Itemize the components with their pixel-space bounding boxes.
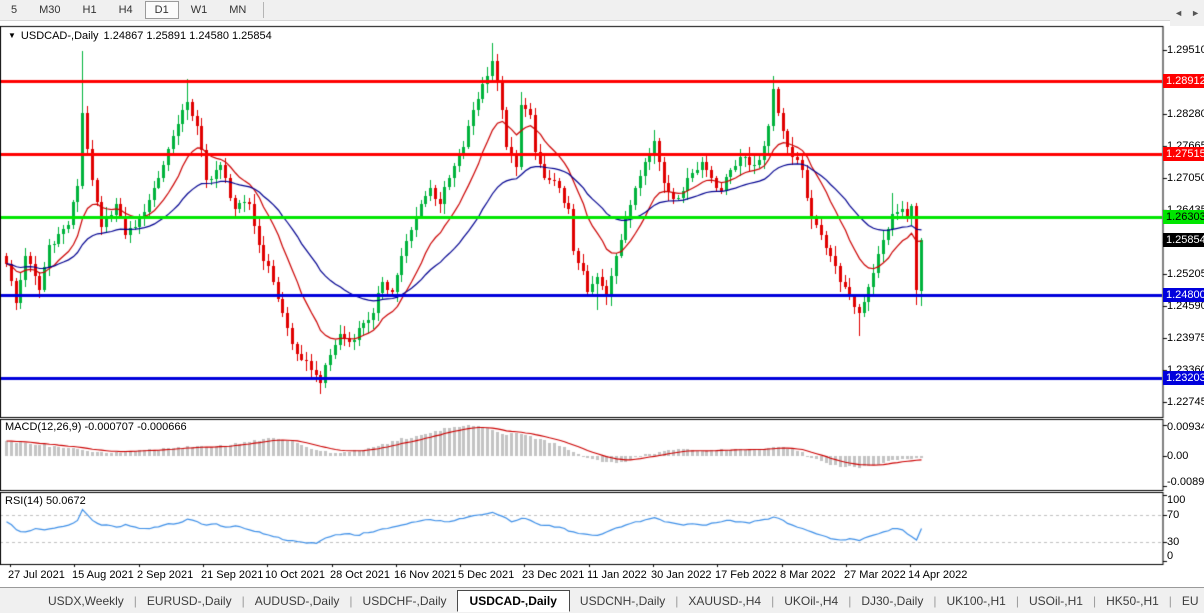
price-axis-tick-label: 1.27050: [1167, 172, 1204, 184]
date-axis-label: 23 Dec 2021: [522, 569, 584, 581]
chart-tab-uk100-h1[interactable]: UK100-,H1: [936, 591, 1015, 611]
toolbar-separator: [263, 2, 264, 18]
price-chart-canvas[interactable]: [0, 0, 1204, 613]
timeframe-button-mn[interactable]: MN: [219, 1, 256, 19]
rsi-axis-tick-label: 70: [1167, 509, 1179, 521]
scroll-left-icon[interactable]: ◄: [1174, 8, 1183, 18]
date-axis-label: 28 Oct 2021: [330, 569, 390, 581]
price-axis-tick-label: 1.28280: [1167, 108, 1204, 120]
date-axis-label: 21 Sep 2021: [201, 569, 263, 581]
chart-tab-usdcnh-daily[interactable]: USDCNH-,Daily: [570, 591, 675, 611]
price-axis-tick-label: 1.25205: [1167, 268, 1204, 280]
chart-ohlc-values: 1.24867 1.25891 1.24580 1.25854: [104, 30, 272, 42]
date-axis-label: 5 Dec 2021: [458, 569, 514, 581]
timeframe-button-d1[interactable]: D1: [145, 1, 179, 19]
chart-tab-ukoil-h4[interactable]: UKOil-,H4: [774, 591, 848, 611]
date-axis-label: 16 Nov 2021: [394, 569, 456, 581]
date-axis-label: 30 Jan 2022: [651, 569, 712, 581]
chevron-down-icon[interactable]: ▼: [8, 31, 16, 41]
price-line-label: 1.26303: [1163, 210, 1204, 224]
mt4-window: 5M30H1H4D1W1MN ▼ USDCAD-,Daily 1.24867 1…: [0, 0, 1204, 613]
tab-scroll-buttons: ◄ ►: [1170, 0, 1204, 26]
rsi-indicator-label: RSI(14) 50.0672: [5, 495, 86, 507]
price-line-label: 1.24800: [1163, 288, 1204, 302]
chart-tab-audusd-daily[interactable]: AUDUSD-,Daily: [245, 591, 350, 611]
date-axis-label: 17 Feb 2022: [715, 569, 777, 581]
chart-tab-hk50-h1[interactable]: HK50-,H1: [1096, 591, 1169, 611]
date-axis-label: 15 Aug 2021: [72, 569, 134, 581]
macd-indicator-label: MACD(12,26,9) -0.000707 -0.000666: [5, 421, 187, 433]
rsi-axis-tick-label: 100: [1167, 494, 1185, 506]
date-axis-label: 2 Sep 2021: [137, 569, 193, 581]
scroll-right-icon[interactable]: ►: [1191, 8, 1200, 18]
timeframe-toolbar: 5M30H1H4D1W1MN: [0, 0, 1204, 21]
date-axis-label: 27 Mar 2022: [844, 569, 906, 581]
price-line-label: 1.28912: [1163, 74, 1204, 88]
chart-tab-eu[interactable]: EU: [1172, 591, 1204, 611]
chart-tab-usdx-weekly[interactable]: USDX,Weekly: [38, 591, 134, 611]
chart-tab-usdchf-daily[interactable]: USDCHF-,Daily: [353, 591, 457, 611]
macd-axis-tick-label: -0.008905: [1167, 476, 1204, 488]
rsi-axis-tick-label: 30: [1167, 536, 1179, 548]
date-axis-label: 11 Jan 2022: [587, 569, 647, 581]
date-axis-label: 27 Jul 2021: [8, 569, 65, 581]
chart-tab-usdcad-daily[interactable]: USDCAD-,Daily: [457, 590, 570, 612]
price-axis-tick-label: 1.29510: [1167, 44, 1204, 56]
chart-tab-eurusd-daily[interactable]: EURUSD-,Daily: [137, 591, 242, 611]
chart-tab-xauusd-h4[interactable]: XAUUSD-,H4: [678, 591, 771, 611]
macd-axis-tick-label: 0.00: [1167, 450, 1188, 462]
rsi-axis-tick-label: 0: [1167, 550, 1173, 562]
price-axis-tick-label: 1.22745: [1167, 396, 1204, 408]
price-axis-tick-label: 1.23975: [1167, 332, 1204, 344]
price-line-label: 1.25854: [1163, 233, 1204, 247]
timeframe-button-w1[interactable]: W1: [181, 1, 218, 19]
chart-title: ▼ USDCAD-,Daily 1.24867 1.25891 1.24580 …: [8, 30, 272, 42]
timeframe-button-m30[interactable]: M30: [29, 1, 70, 19]
date-axis-label: 10 Oct 2021: [265, 569, 325, 581]
timeframe-button-5[interactable]: 5: [1, 1, 27, 19]
timeframe-button-h4[interactable]: H4: [109, 1, 143, 19]
macd-axis-tick-label: 0.009345: [1167, 421, 1204, 433]
timeframe-button-h1[interactable]: H1: [73, 1, 107, 19]
chart-tab-dj30-daily[interactable]: DJ30-,Daily: [851, 591, 933, 611]
chart-symbol-label: USDCAD-,Daily: [21, 30, 99, 42]
price-line-label: 1.27515: [1163, 147, 1204, 161]
chart-tab-bar: USDX,Weekly|EURUSD-,Daily|AUDUSD-,Daily|…: [0, 587, 1204, 613]
price-line-label: 1.23203: [1163, 371, 1204, 385]
chart-tab-usoil-h1[interactable]: USOil-,H1: [1019, 591, 1093, 611]
date-axis-label: 8 Mar 2022: [780, 569, 836, 581]
date-axis-label: 14 Apr 2022: [908, 569, 967, 581]
